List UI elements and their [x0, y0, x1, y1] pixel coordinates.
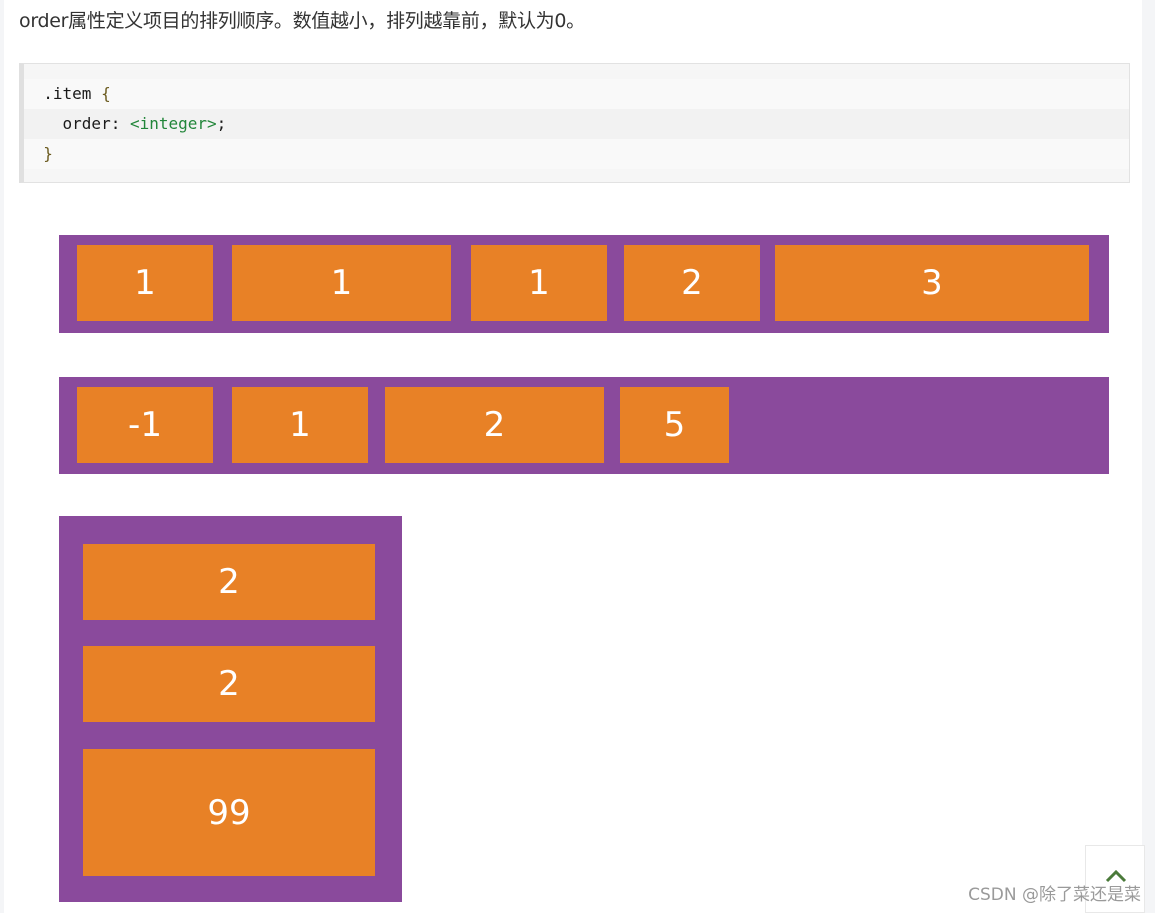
intro-text: order属性定义项目的排列顺序。数值越小，排列越靠前，默认为0。 [19, 10, 585, 32]
code-line-2: order: <integer>; [24, 109, 1129, 139]
demo-row-2: -1 1 2 5 [59, 377, 1109, 474]
code-value: <integer> [129, 114, 217, 133]
flex-item: 2 [83, 544, 375, 620]
code-close-brace: } [43, 144, 53, 163]
flex-item: 3 [775, 245, 1089, 321]
code-semicolon: ; [216, 114, 227, 133]
code-selector: .item [43, 84, 92, 103]
flex-item: 2 [385, 387, 604, 463]
code-property: order [62, 114, 111, 133]
code-line-1: .item { [24, 79, 1129, 109]
flex-item: 5 [620, 387, 729, 463]
flex-item: 1 [77, 245, 213, 321]
flex-item: 1 [471, 245, 607, 321]
watermark: CSDN @除了菜还是菜 [968, 885, 1141, 905]
code-open-brace: { [101, 84, 111, 103]
flex-item: 1 [232, 245, 451, 321]
code-colon: : [110, 114, 130, 133]
flex-item: -1 [77, 387, 213, 463]
flex-item: 2 [83, 646, 375, 722]
demo-row-1: 1 1 1 2 3 [59, 235, 1109, 333]
flex-item: 1 [232, 387, 368, 463]
code-line-3: } [24, 139, 1129, 169]
code-block: .item { order: <integer>; } [19, 63, 1130, 183]
article-body: order属性定义项目的排列顺序。数值越小，排列越靠前，默认为0。 .item … [4, 0, 1142, 913]
flex-item: 2 [624, 245, 760, 321]
demo-column: 2 2 99 [59, 516, 402, 902]
flex-item: 99 [83, 749, 375, 876]
